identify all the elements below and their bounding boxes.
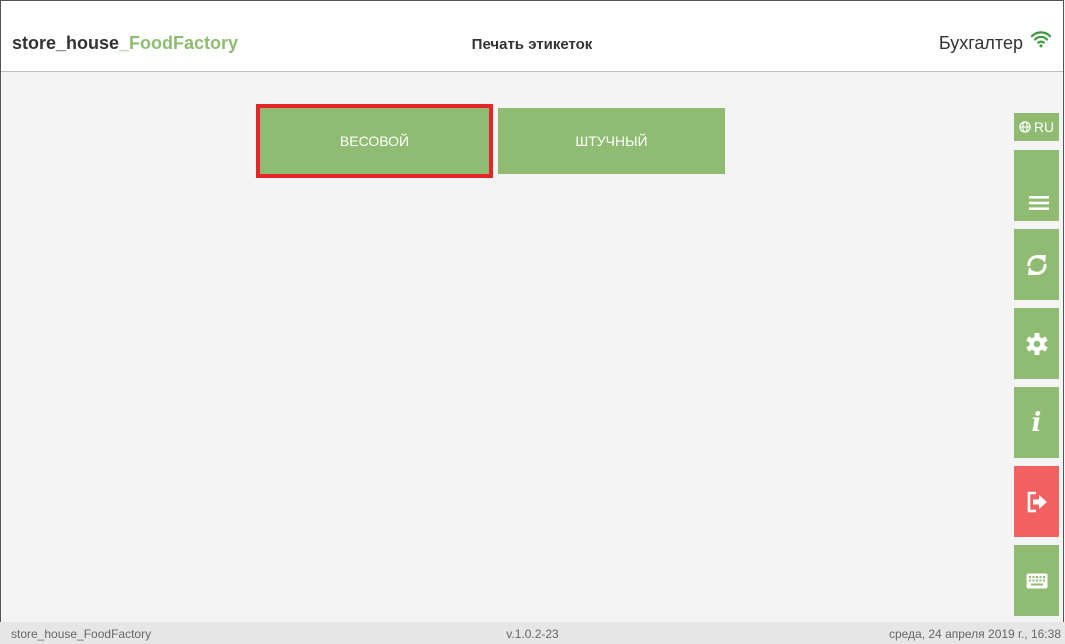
menu-icon <box>1029 196 1049 210</box>
header: store_house_FoodFactory Печать этикеток … <box>1 1 1063 72</box>
language-button[interactable]: RU <box>1014 113 1059 141</box>
info-button[interactable]: i <box>1014 387 1059 458</box>
menu-button[interactable] <box>1014 150 1059 221</box>
keyboard-button[interactable] <box>1014 545 1059 616</box>
settings-button[interactable] <box>1014 308 1059 379</box>
piece-mode-button[interactable]: ШТУЧНЫЙ <box>498 108 725 174</box>
keyboard-icon <box>1026 573 1047 588</box>
weight-mode-label: ВЕСОВОЙ <box>339 133 410 149</box>
gear-icon <box>1026 332 1047 355</box>
weight-mode-button[interactable]: ВЕСОВОЙ <box>256 104 493 178</box>
logout-icon <box>1027 491 1047 512</box>
sync-icon <box>1026 254 1047 275</box>
wifi-icon <box>1030 31 1052 48</box>
user-name: Бухгалтер <box>938 33 1023 53</box>
sync-button[interactable] <box>1014 229 1059 300</box>
logout-button[interactable] <box>1014 466 1059 537</box>
app-window <box>0 0 1064 643</box>
info-icon: i <box>1031 407 1042 438</box>
globe-icon <box>1019 121 1031 133</box>
language-label: RU <box>1033 119 1055 135</box>
status-bar: store_house_FoodFactory v.1.0.2-23 среда… <box>0 622 1065 644</box>
page-title: Печать этикеток <box>471 36 593 53</box>
footer-datetime: среда, 24 апреля 2019 г., 16:38 <box>888 627 1061 641</box>
piece-mode-label: ШТУЧНЫЙ <box>575 133 648 149</box>
